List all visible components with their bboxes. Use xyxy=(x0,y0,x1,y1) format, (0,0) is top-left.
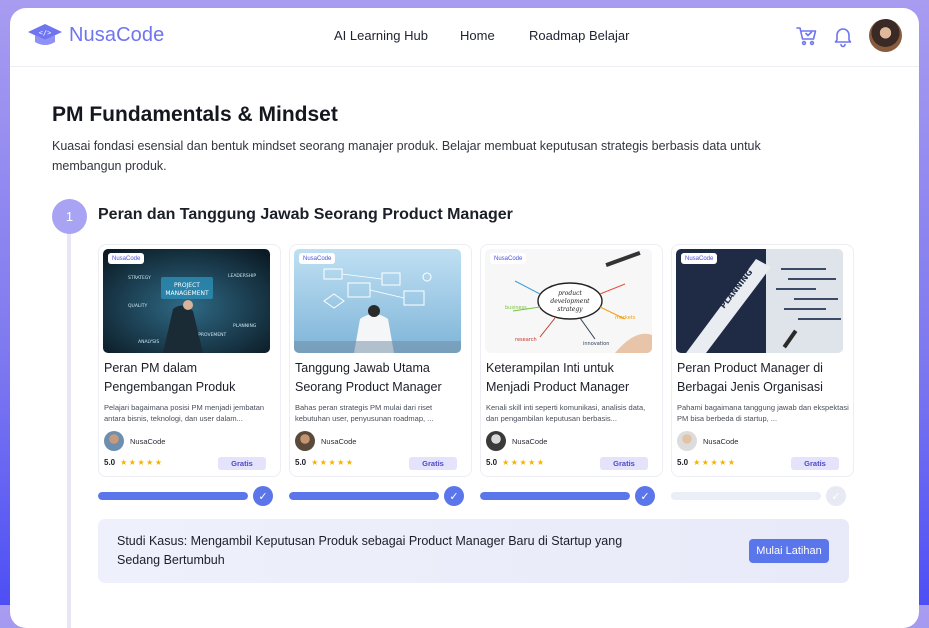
progress-bar xyxy=(289,492,439,500)
brand-chip: NusaCode xyxy=(681,253,718,264)
cart-icon[interactable] xyxy=(795,24,819,48)
nav-roadmap-belajar[interactable]: Roadmap Belajar xyxy=(529,28,629,43)
course-description: Kenali skill inti seperti komunikasi, an… xyxy=(486,403,646,423)
section-title: Peran dan Tanggung Jawab Seorang Product… xyxy=(98,206,513,223)
user-avatar[interactable] xyxy=(869,19,902,52)
timeline-line xyxy=(67,230,71,628)
brand-chip: NusaCode xyxy=(108,253,145,264)
svg-text:business: business xyxy=(505,305,527,311)
course-card[interactable]: NusaCode Tanggung Jawab Utama Seorang Pr… xyxy=(289,244,472,477)
svg-text:PROJECT: PROJECT xyxy=(174,282,200,289)
course-progress: ✓ xyxy=(480,486,660,506)
svg-text:research: research xyxy=(515,337,537,343)
author-avatar xyxy=(104,431,124,451)
brand-chip: NusaCode xyxy=(299,253,336,264)
star-icons: ★★★★★ xyxy=(693,458,737,467)
svg-text:ANALYSIS: ANALYSIS xyxy=(138,339,159,345)
bell-icon[interactable] xyxy=(831,24,855,48)
author-avatar xyxy=(486,431,506,451)
brand-name: NusaCode xyxy=(69,23,165,46)
start-practice-button[interactable]: Mulai Latihan xyxy=(749,539,829,563)
page-title: PM Fundamentals & Mindset xyxy=(52,103,338,126)
progress-bar xyxy=(480,492,630,500)
case-study-title: Studi Kasus: Mengambil Keputusan Produk … xyxy=(117,534,623,567)
price-badge: Gratis xyxy=(409,457,457,470)
course-rating: 5.0 ★★★★★ xyxy=(677,458,736,467)
course-card[interactable]: product development strategy business re… xyxy=(480,244,663,477)
graduation-cap-icon: </> xyxy=(28,24,62,45)
author-name: NusaCode xyxy=(512,436,548,446)
course-title[interactable]: Peran Product Manager di Berbagai Jenis … xyxy=(677,359,849,397)
course-thumbnail: product development strategy business re… xyxy=(485,249,652,353)
svg-text:PLANNING: PLANNING xyxy=(233,323,257,329)
course-title[interactable]: Peran PM dalam Pengembangan Produk xyxy=(104,359,276,397)
course-thumbnail: NusaCode xyxy=(294,249,461,353)
author-avatar xyxy=(677,431,697,451)
rating-value: 5.0 xyxy=(104,458,116,467)
svg-text:STRATEGY: STRATEGY xyxy=(128,275,151,281)
course-title[interactable]: Keterampilan Inti untuk Menjadi Product … xyxy=(486,359,658,397)
course-author: NusaCode xyxy=(295,431,356,451)
svg-text:LEADERSHIP: LEADERSHIP xyxy=(228,273,256,279)
star-icons: ★★★★★ xyxy=(311,458,355,467)
author-avatar xyxy=(295,431,315,451)
author-name: NusaCode xyxy=(703,436,739,446)
app-frame: </> NusaCode AI Learning Hub Home Roadma… xyxy=(10,8,919,628)
header-divider xyxy=(10,66,919,67)
brand-chip: NusaCode xyxy=(490,253,527,264)
nav-ai-learning-hub[interactable]: AI Learning Hub xyxy=(334,28,428,43)
course-author: NusaCode xyxy=(104,431,165,451)
brand-logo[interactable]: </> NusaCode xyxy=(27,22,164,48)
course-card[interactable]: PLANNING NusaCode Peran Product Manager … xyxy=(671,244,854,477)
progress-bar xyxy=(98,492,248,500)
price-badge: Gratis xyxy=(600,457,648,470)
course-card[interactable]: PROJECT MANAGEMENT STRATEGY LEADERSHIP Q… xyxy=(98,244,281,477)
course-progress: ✓ xyxy=(98,486,278,506)
course-progress: ✓ xyxy=(671,486,851,506)
svg-text:markets: markets xyxy=(615,315,636,321)
author-name: NusaCode xyxy=(130,436,166,446)
course-progress: ✓ xyxy=(289,486,469,506)
page-description: Kuasai fondasi esensial dan bentuk minds… xyxy=(52,139,761,173)
price-badge: Gratis xyxy=(218,457,266,470)
svg-text:MANAGEMENT: MANAGEMENT xyxy=(165,290,209,297)
course-thumbnail: PLANNING NusaCode xyxy=(676,249,843,353)
course-rating: 5.0 ★★★★★ xyxy=(104,458,163,467)
course-description: Pelajari bagaimana posisi PM menjadi jem… xyxy=(104,403,265,423)
check-icon: ✓ xyxy=(635,486,655,506)
star-icons: ★★★★★ xyxy=(502,458,546,467)
svg-text:QUALITY: QUALITY xyxy=(128,303,147,309)
course-description: Pahami bagaimana tanggung jawab dan eksp… xyxy=(677,403,849,423)
check-icon: ✓ xyxy=(253,486,273,506)
check-icon: ✓ xyxy=(444,486,464,506)
svg-text:development: development xyxy=(550,298,590,305)
rating-value: 5.0 xyxy=(486,458,498,467)
price-badge: Gratis xyxy=(791,457,839,470)
rating-value: 5.0 xyxy=(677,458,689,467)
top-navbar: </> NusaCode AI Learning Hub Home Roadma… xyxy=(10,8,919,66)
course-author: NusaCode xyxy=(677,431,738,451)
nav-home[interactable]: Home xyxy=(460,28,495,43)
course-description: Bahas peran strategis PM mulai dari rise… xyxy=(295,403,434,423)
author-name: NusaCode xyxy=(321,436,357,446)
svg-text:innovation: innovation xyxy=(583,341,609,347)
svg-text:strategy: strategy xyxy=(557,306,583,313)
course-thumbnail: PROJECT MANAGEMENT STRATEGY LEADERSHIP Q… xyxy=(103,249,270,353)
check-icon: ✓ xyxy=(826,486,846,506)
course-rating: 5.0 ★★★★★ xyxy=(486,458,545,467)
course-rating: 5.0 ★★★★★ xyxy=(295,458,354,467)
step-number: 1 xyxy=(52,199,87,234)
star-icons: ★★★★★ xyxy=(120,458,164,467)
svg-text:product: product xyxy=(558,290,582,297)
course-author: NusaCode xyxy=(486,431,547,451)
course-title[interactable]: Tanggung Jawab Utama Seorang Product Man… xyxy=(295,359,467,397)
rating-value: 5.0 xyxy=(295,458,307,467)
progress-bar xyxy=(671,492,821,500)
case-study-banner: Studi Kasus: Mengambil Keputusan Produk … xyxy=(98,519,849,583)
svg-text:</>: </> xyxy=(39,29,52,37)
